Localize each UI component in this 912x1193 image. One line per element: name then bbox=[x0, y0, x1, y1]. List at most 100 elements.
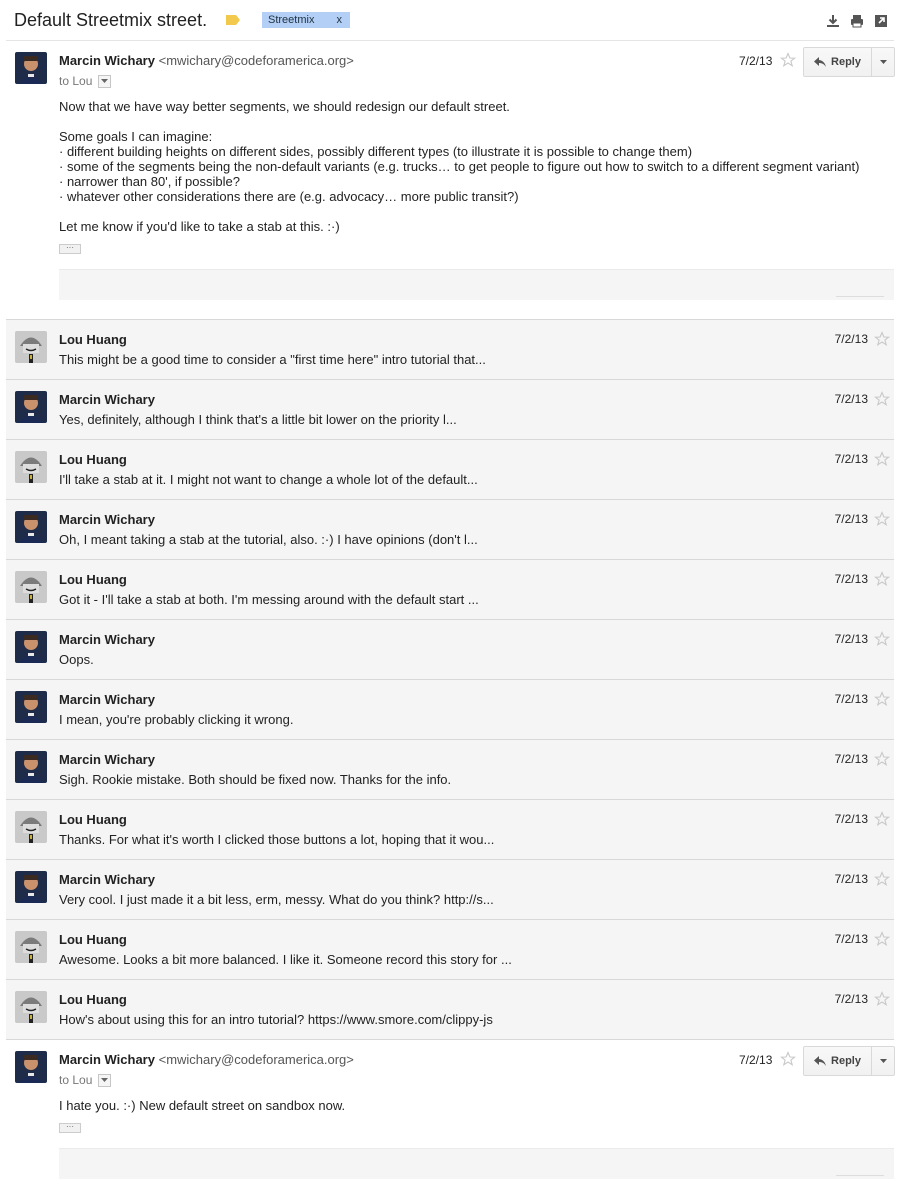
show-trimmed-content-button[interactable]: ··· bbox=[59, 244, 81, 254]
message-date[interactable]: 7/2/13 bbox=[835, 632, 868, 646]
collapsed-message[interactable]: Lou Huang Awesome. Looks a bit more balan… bbox=[6, 919, 894, 979]
message-date[interactable]: 7/2/13 bbox=[835, 392, 868, 406]
message-date[interactable]: 7/2/13 bbox=[739, 54, 772, 68]
collapsed-message[interactable]: Marcin Wichary I mean, you're probably cl… bbox=[6, 679, 894, 739]
print-icon[interactable] bbox=[850, 14, 864, 28]
chevron-down-icon bbox=[101, 1077, 109, 1082]
collapsed-message[interactable]: Lou Huang This might be a good time to co… bbox=[6, 319, 894, 379]
collapsed-message[interactable]: Lou Huang Thanks. For what it's worth I c… bbox=[6, 799, 894, 859]
collapsed-bottom-divider bbox=[6, 1039, 894, 1040]
star-icon[interactable] bbox=[874, 751, 890, 767]
message-date[interactable]: 7/2/13 bbox=[835, 752, 868, 766]
sender-name: Marcin Wichary bbox=[59, 512, 155, 527]
reply-label: Reply bbox=[831, 56, 861, 68]
avatar bbox=[15, 931, 47, 963]
collapsed-message[interactable]: Marcin Wichary Very cool. I just made it … bbox=[6, 859, 894, 919]
label-name[interactable]: Streetmix bbox=[268, 12, 314, 28]
new-window-icon[interactable] bbox=[874, 14, 888, 28]
thread-actions bbox=[826, 14, 888, 28]
message-date[interactable]: 7/2/13 bbox=[835, 812, 868, 826]
lou-avatar-icon bbox=[15, 811, 47, 843]
marcin-avatar-icon bbox=[15, 52, 47, 84]
star-icon[interactable] bbox=[874, 811, 890, 827]
header-divider bbox=[6, 40, 894, 41]
expanded-message-last: Marcin Wichary <mwichary@codeforamerica.… bbox=[6, 1041, 895, 1193]
star-icon[interactable] bbox=[874, 991, 890, 1007]
chevron-down-icon bbox=[879, 59, 887, 64]
details-dropdown[interactable] bbox=[98, 74, 112, 88]
avatar bbox=[15, 811, 47, 843]
avatar bbox=[15, 571, 47, 603]
chevron-down-icon bbox=[101, 78, 109, 83]
label-chip[interactable]: Streetmix x bbox=[262, 12, 350, 28]
details-dropdown[interactable] bbox=[98, 1073, 112, 1087]
star-icon[interactable] bbox=[874, 571, 890, 587]
download-icon[interactable] bbox=[826, 14, 840, 28]
recipient-line: to Lou bbox=[59, 74, 112, 88]
reply-arrow-icon bbox=[814, 1056, 827, 1066]
star-icon[interactable] bbox=[874, 631, 890, 647]
sender-name: Lou Huang bbox=[59, 992, 127, 1007]
quick-reply-box[interactable] bbox=[59, 269, 894, 300]
more-actions-button[interactable] bbox=[872, 48, 894, 76]
star-icon[interactable] bbox=[780, 52, 796, 68]
message-date[interactable]: 7/2/13 bbox=[835, 332, 868, 346]
message-date[interactable]: 7/2/13 bbox=[835, 512, 868, 526]
lou-avatar-icon bbox=[15, 991, 47, 1023]
thread-header: Default Streetmix street. Streetmix x bbox=[0, 0, 912, 42]
message-snippet: I'll take a stab at it. I might not want… bbox=[59, 472, 478, 487]
message-date[interactable]: 7/2/13 bbox=[835, 452, 868, 466]
avatar bbox=[15, 331, 47, 363]
collapsed-message[interactable]: Lou Huang I'll take a stab at it. I might… bbox=[6, 439, 894, 499]
message-body: Now that we have way better segments, we… bbox=[59, 99, 860, 234]
star-icon[interactable] bbox=[874, 931, 890, 947]
sender-name: Lou Huang bbox=[59, 812, 127, 827]
collapsed-message[interactable]: Lou Huang How's about using this for an i… bbox=[6, 979, 894, 1039]
reply-button[interactable]: Reply bbox=[804, 1047, 872, 1075]
message-snippet: Yes, definitely, although I think that's… bbox=[59, 412, 457, 427]
important-marker-icon[interactable] bbox=[226, 15, 240, 25]
message-date[interactable]: 7/2/13 bbox=[835, 572, 868, 586]
collapsed-message[interactable]: Marcin Wichary Yes, definitely, although … bbox=[6, 379, 894, 439]
reply-button[interactable]: Reply bbox=[804, 48, 872, 76]
recipient-text: to Lou bbox=[59, 74, 93, 88]
message-snippet: Oops. bbox=[59, 652, 94, 667]
sender-name: Marcin Wichary bbox=[59, 392, 155, 407]
sender-name[interactable]: Marcin Wichary bbox=[59, 1052, 155, 1067]
message-date[interactable]: 7/2/13 bbox=[739, 1053, 772, 1067]
star-icon[interactable] bbox=[874, 691, 890, 707]
collapsed-message[interactable]: Lou Huang Got it - I'll take a stab at bo… bbox=[6, 559, 894, 619]
message-date[interactable]: 7/2/13 bbox=[835, 692, 868, 706]
collapsed-message[interactable]: Marcin Wichary Oops. 7/2/13 bbox=[6, 619, 894, 679]
message-body: I hate you. :·) New default street on sa… bbox=[59, 1098, 346, 1113]
message-date[interactable]: 7/2/13 bbox=[835, 932, 868, 946]
reply-box-divider bbox=[836, 296, 884, 297]
star-icon[interactable] bbox=[874, 331, 890, 347]
star-icon[interactable] bbox=[874, 511, 890, 527]
sender-name[interactable]: Marcin Wichary bbox=[59, 53, 155, 68]
label-remove-button[interactable]: x bbox=[336, 12, 342, 28]
avatar bbox=[15, 391, 47, 423]
star-icon[interactable] bbox=[780, 1051, 796, 1067]
avatar bbox=[15, 511, 47, 543]
message-snippet: Very cool. I just made it a bit less, er… bbox=[59, 892, 494, 907]
message-snippet: Oh, I meant taking a stab at the tutoria… bbox=[59, 532, 478, 547]
show-trimmed-content-button[interactable]: ··· bbox=[59, 1123, 81, 1133]
lou-avatar-icon bbox=[15, 451, 47, 483]
star-icon[interactable] bbox=[874, 391, 890, 407]
message-snippet: This might be a good time to consider a … bbox=[59, 352, 486, 367]
lou-avatar-icon bbox=[15, 931, 47, 963]
quick-reply-box[interactable] bbox=[59, 1148, 894, 1179]
more-actions-button[interactable] bbox=[872, 1047, 894, 1075]
message-date[interactable]: 7/2/13 bbox=[835, 872, 868, 886]
collapsed-message[interactable]: Marcin Wichary Sigh. Rookie mistake. Both… bbox=[6, 739, 894, 799]
recipient-line: to Lou bbox=[59, 1073, 112, 1087]
message-date[interactable]: 7/2/13 bbox=[835, 992, 868, 1006]
star-icon[interactable] bbox=[874, 871, 890, 887]
collapsed-message[interactable]: Marcin Wichary Oh, I meant taking a stab … bbox=[6, 499, 894, 559]
sender-name: Lou Huang bbox=[59, 332, 127, 347]
star-icon[interactable] bbox=[874, 451, 890, 467]
reply-arrow-icon bbox=[814, 57, 827, 67]
marcin-avatar-icon bbox=[15, 511, 47, 543]
marcin-avatar-icon bbox=[15, 1051, 47, 1083]
